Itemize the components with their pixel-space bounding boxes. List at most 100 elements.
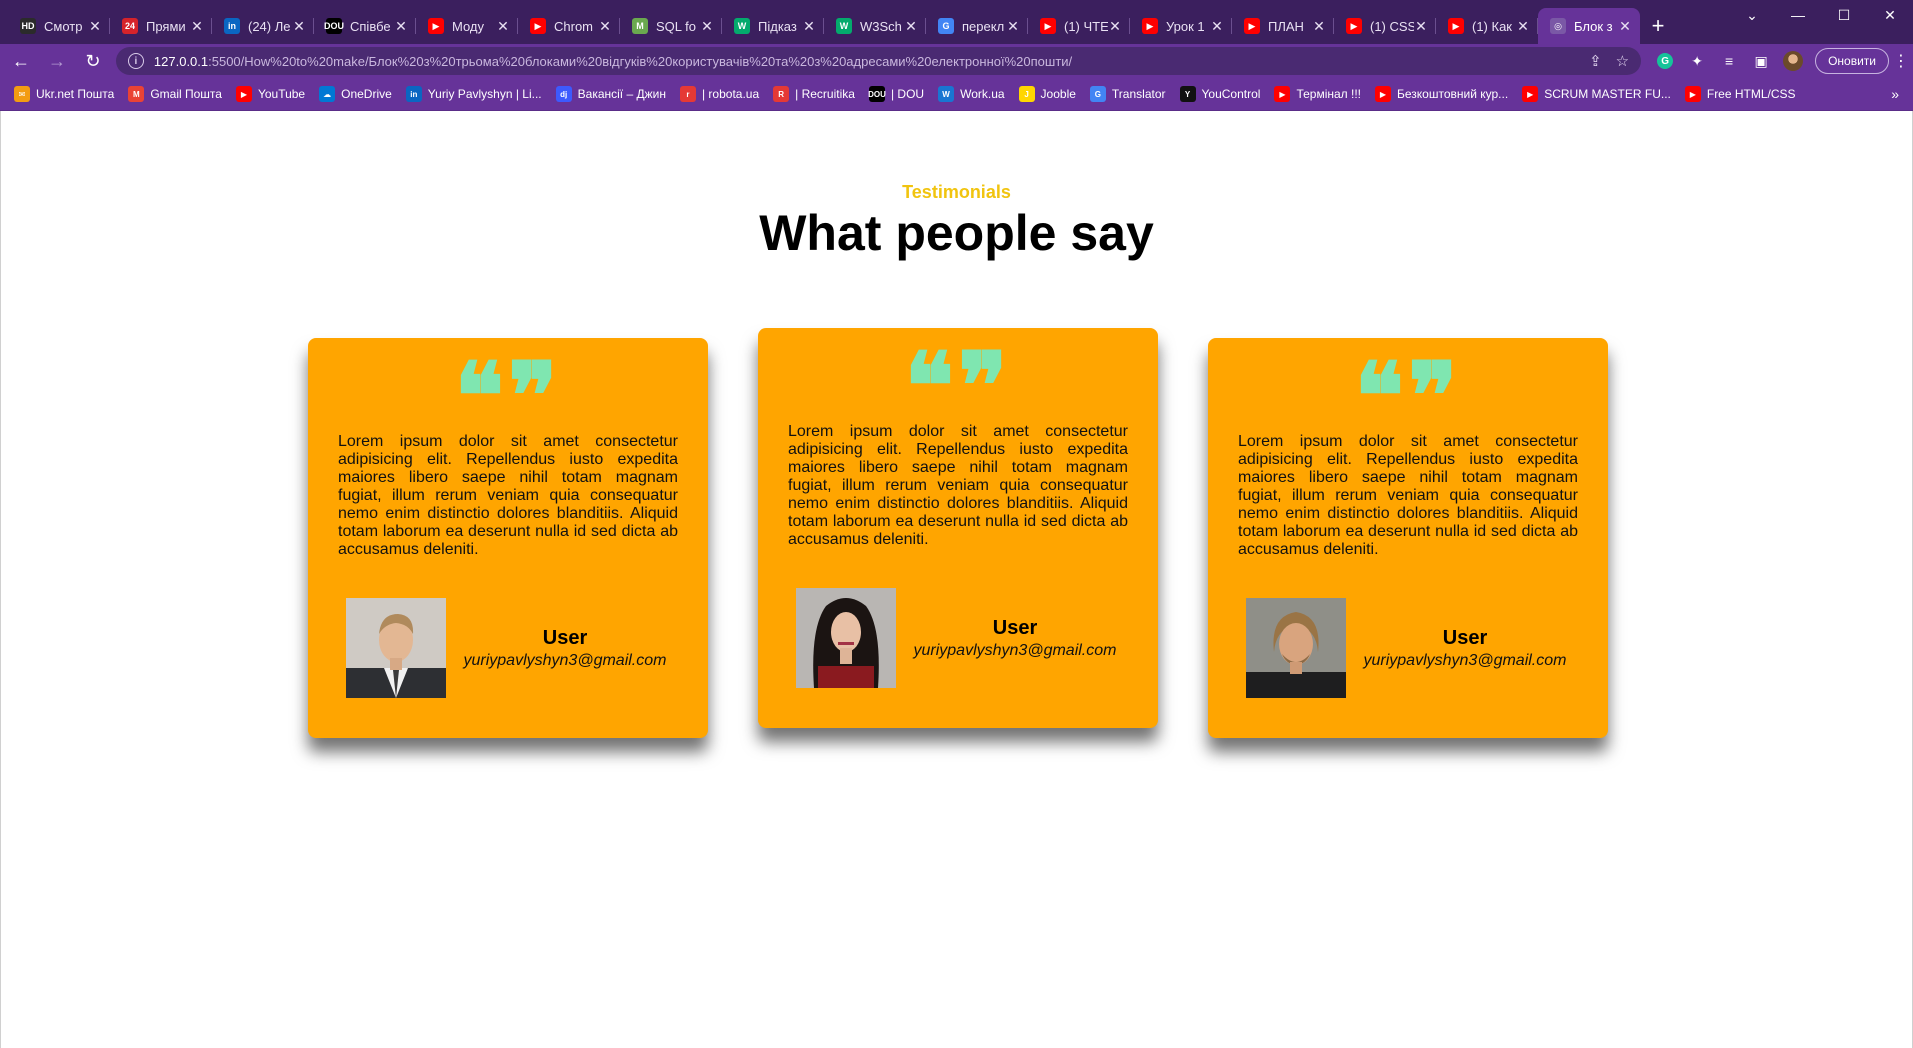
tab-title: перекл: [962, 18, 1005, 34]
tab-favicon-icon: ▶: [1244, 18, 1260, 34]
site-info-icon[interactable]: i: [127, 53, 144, 69]
tab-close-icon[interactable]: ✕: [190, 18, 204, 35]
tab-title: ПЛАН: [1268, 18, 1304, 34]
tab-favicon-icon: ▶: [1346, 18, 1362, 34]
bookmarks-overflow-icon[interactable]: »: [1891, 86, 1899, 102]
tab-favicon-icon: in: [224, 18, 240, 34]
bookmark-star-icon[interactable]: ☆: [1616, 52, 1629, 70]
browser-tab[interactable]: W Підказ ✕: [722, 8, 824, 44]
tab-close-icon[interactable]: ✕: [292, 18, 306, 35]
side-panel-icon[interactable]: ▣: [1745, 47, 1777, 75]
tab-favicon-icon: DOU: [324, 18, 344, 34]
maximize-icon[interactable]: ☐: [1821, 0, 1867, 30]
bookmark-item[interactable]: in Yuriy Pavlyshyn | Li...: [405, 86, 542, 102]
bookmark-item[interactable]: G Translator: [1089, 86, 1166, 102]
toolbar-actions: G ✦ ≡ ▣ Оновити ⋮: [1649, 47, 1913, 75]
browser-tab[interactable]: ▶ Моду ✕: [416, 8, 518, 44]
browser-tab[interactable]: W W3Sch ✕: [824, 8, 926, 44]
browser-tab[interactable]: HD Смотр ✕: [8, 8, 110, 44]
bookmark-item[interactable]: Y YouControl: [1179, 86, 1260, 102]
bookmark-item[interactable]: ▶ SCRUM MASTER FU...: [1522, 86, 1671, 102]
tab-close-icon[interactable]: ✕: [1516, 18, 1530, 35]
tab-favicon-icon: ▶: [530, 18, 546, 34]
new-tab-button[interactable]: +: [1640, 8, 1676, 44]
browser-tab[interactable]: ▶ ПЛАН ✕: [1232, 8, 1334, 44]
bookmark-label: Вакансії – Джин: [577, 87, 666, 101]
minimize-icon[interactable]: —: [1775, 0, 1821, 30]
bookmark-item[interactable]: ▶ Free HTML/CSS: [1684, 86, 1796, 102]
tab-close-icon[interactable]: ✕: [1618, 18, 1632, 35]
tab-close-icon[interactable]: ✕: [1312, 18, 1326, 35]
tab-close-icon[interactable]: ✕: [802, 18, 816, 35]
browser-tab[interactable]: ▶ Chrom ✕: [518, 8, 620, 44]
tab-close-icon[interactable]: ✕: [1006, 18, 1020, 35]
bookmark-item[interactable]: ▶ YouTube: [235, 86, 305, 102]
tab-close-icon[interactable]: ✕: [904, 18, 918, 35]
share-icon[interactable]: ⇪: [1589, 52, 1602, 70]
bookmark-item[interactable]: r | robota.ua: [679, 86, 759, 102]
author-name: User: [542, 626, 588, 649]
reload-button[interactable]: ↻: [78, 46, 108, 76]
bookmark-item[interactable]: dj Вакансії – Джин: [555, 86, 666, 102]
browser-tab[interactable]: 24 Прями ✕: [110, 8, 212, 44]
bookmark-item[interactable]: R | Recruitika: [773, 86, 855, 102]
browser-tab[interactable]: DOU Співбе ✕: [314, 8, 416, 44]
tab-favicon-icon: ▶: [1040, 18, 1056, 34]
bookmark-favicon-icon: ✉: [14, 86, 30, 102]
browser-tab[interactable]: M SQL fo ✕: [620, 8, 722, 44]
tab-close-icon[interactable]: ✕: [1108, 18, 1122, 35]
back-button[interactable]: ←: [6, 46, 36, 76]
close-window-icon[interactable]: ✕: [1867, 0, 1913, 30]
quote-icon: ❝❞: [454, 350, 562, 410]
bookmark-favicon-icon: W: [938, 86, 955, 102]
testimonial-card: ❝❞ Lorem ipsum dolor sit amet consectetu…: [1208, 338, 1608, 738]
tab-title: Блок з: [1574, 18, 1613, 34]
browser-tab[interactable]: Gперекл ✕: [926, 8, 1028, 44]
bookmark-item[interactable]: ☁ OneDrive: [319, 86, 392, 102]
tab-close-icon[interactable]: ✕: [1210, 18, 1224, 35]
browser-tab[interactable]: ▶ (1) CSS ✕: [1334, 8, 1436, 44]
bookmark-favicon-icon: DOU: [868, 86, 886, 102]
bookmark-item[interactable]: ▶ Термінал !!!: [1274, 86, 1361, 102]
avatar: [1246, 598, 1346, 698]
bookmark-item[interactable]: J Jooble: [1018, 86, 1076, 102]
browser-tab[interactable]: ▶ (1) ЧТЕ ✕: [1028, 8, 1130, 44]
address-bar[interactable]: i 127.0.0.1:5500/How%20to%20make/Блок%20…: [115, 47, 1642, 75]
browser-tab[interactable]: ▶ (1) Как ✕: [1436, 8, 1538, 44]
extensions-icon[interactable]: ✦: [1681, 47, 1713, 75]
bookmark-item[interactable]: M Gmail Пошта: [128, 86, 222, 102]
bookmark-label: Free HTML/CSS: [1706, 87, 1796, 101]
forward-button[interactable]: →: [42, 46, 72, 76]
tab-search-icon[interactable]: ⌄: [1729, 0, 1775, 30]
tab-title: W3Sch: [860, 18, 902, 34]
bookmark-item[interactable]: DOU | DOU: [868, 86, 924, 102]
browser-tab[interactable]: ▶ Урок 1 ✕: [1130, 8, 1232, 44]
address-url[interactable]: 127.0.0.1:5500/How%20to%20make/Блок%20з%…: [154, 54, 1575, 69]
bookmark-favicon-icon: ▶: [1684, 86, 1701, 102]
tab-close-icon[interactable]: ✕: [496, 18, 510, 35]
section-eyebrow: Testimonials: [902, 182, 1011, 202]
tab-close-icon[interactable]: ✕: [1414, 18, 1428, 35]
tab-favicon-icon: 24: [122, 18, 138, 34]
browser-tab[interactable]: ◎ Блок з ✕: [1538, 8, 1640, 44]
testimonial-card: ❝❞ Lorem ipsum dolor sit amet consectetu…: [758, 328, 1158, 728]
bookmark-item[interactable]: ✉ Ukr.net Пошта: [14, 86, 114, 102]
tab-favicon-icon: HD: [20, 18, 36, 34]
tab-close-icon[interactable]: ✕: [88, 18, 102, 35]
browser-menu-icon[interactable]: ⋮: [1889, 51, 1913, 71]
bookmark-label: Gmail Пошта: [150, 87, 222, 101]
bookmark-favicon-icon: in: [405, 86, 422, 102]
grammarly-extension-icon[interactable]: G: [1649, 47, 1681, 75]
media-controls-icon[interactable]: ≡: [1713, 47, 1745, 75]
bookmark-item[interactable]: ▶ Безкоштовний кур...: [1375, 86, 1508, 102]
tab-title: SQL fo: [656, 18, 696, 34]
update-button[interactable]: Оновити: [1815, 48, 1890, 74]
tab-close-icon[interactable]: ✕: [598, 18, 612, 35]
profile-avatar[interactable]: [1777, 47, 1809, 75]
tab-close-icon[interactable]: ✕: [700, 18, 714, 35]
tab-title: Прями: [146, 18, 186, 34]
tab-title: (1) ЧТЕ: [1064, 18, 1108, 34]
bookmark-item[interactable]: W Work.ua: [938, 86, 1005, 102]
tab-close-icon[interactable]: ✕: [394, 18, 408, 35]
browser-tab[interactable]: in (24) Ле ✕: [212, 8, 314, 44]
